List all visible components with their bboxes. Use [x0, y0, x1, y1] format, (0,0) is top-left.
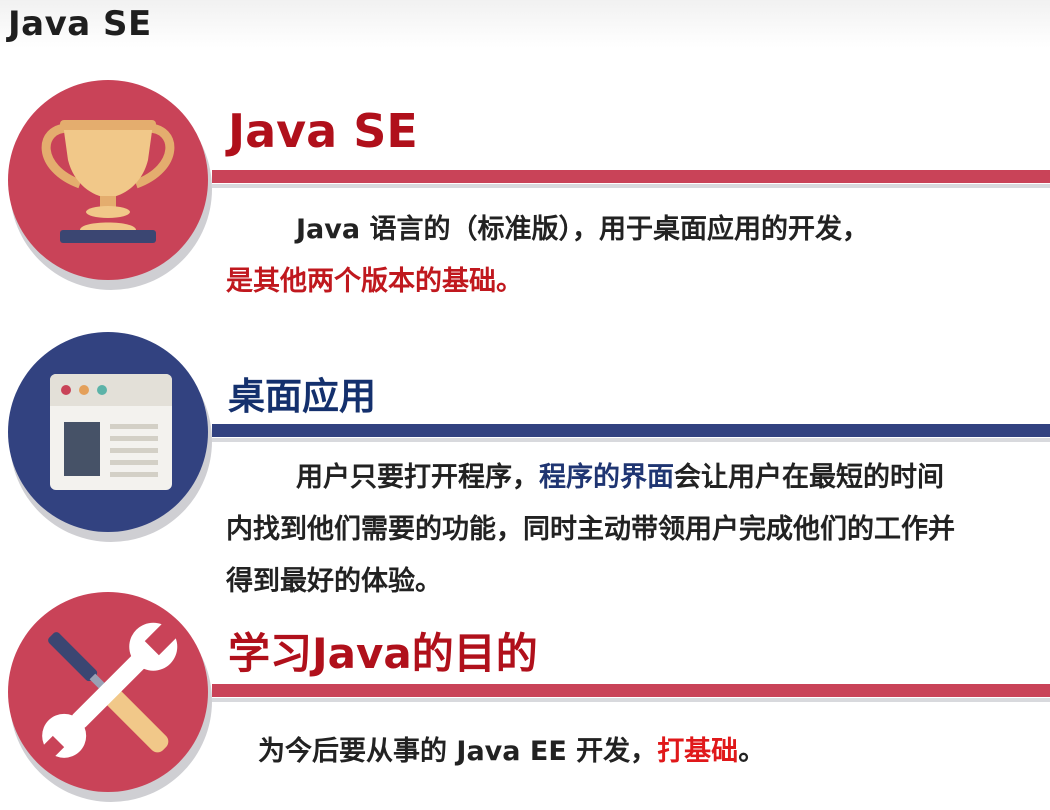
browser-circle [8, 332, 208, 532]
tools-circle [8, 592, 208, 792]
trophy-circle [8, 80, 208, 280]
accent-bar [212, 684, 1050, 697]
text-part: 用户只要打开程序， [296, 462, 539, 493]
page-title: Java SE [8, 4, 152, 44]
tools-icon [34, 619, 181, 766]
browser-window-icon [50, 374, 172, 490]
text-part: 得到最好的体验。 [226, 566, 442, 597]
text-part: 。 [738, 736, 766, 767]
text-part: 内找到他们需要的功能，同时主动带领用户完成他们的工作并 [226, 514, 955, 545]
accent-bar [212, 424, 1050, 437]
accent-bar-shadow [212, 438, 1050, 442]
top-bar [0, 0, 1050, 48]
section-heading: 学习Java的目的 [228, 629, 538, 678]
accent-bar-shadow [212, 698, 1050, 702]
section-heading: Java SE [228, 104, 418, 158]
section-text: Java 语言的（标准版），用于桌面应用的开发， 是其他两个版本的基础。 [226, 204, 1026, 308]
text-highlight: 程序的界面 [539, 462, 674, 493]
text-highlight: 是其他两个版本的基础。 [226, 266, 523, 297]
text-highlight: 打基础 [657, 736, 739, 767]
text-part: Java 语言的（标准版），用于桌面应用的开发， [296, 214, 869, 245]
section-text: 用户只要打开程序，程序的界面会让用户在最短的时间 内找到他们需要的功能，同时主动… [226, 452, 1026, 608]
section-text: 为今后要从事的 Java EE 开发，打基础。 [258, 726, 1050, 778]
text-part: 为今后要从事的 Java EE 开发， [258, 736, 658, 767]
text-part: 会让用户在最短的时间 [674, 462, 944, 493]
accent-bar-shadow [212, 184, 1050, 188]
trophy-icon [41, 120, 175, 243]
section-heading: 桌面应用 [228, 375, 376, 418]
accent-bar [212, 170, 1050, 183]
